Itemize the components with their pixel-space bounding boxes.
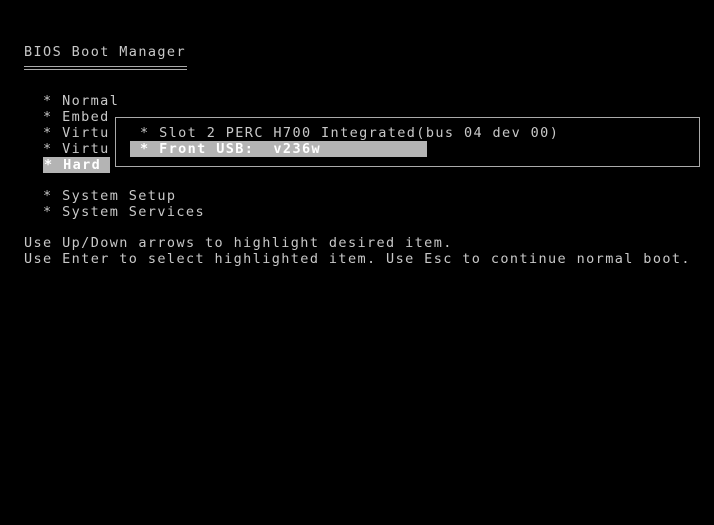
menu-item-normal[interactable]: * Normal [43,93,119,109]
page-title: BIOS Boot Manager [24,44,186,60]
bullet-icon: * [43,141,53,157]
popup-item-front-usb[interactable]: * Front USB: v236w [130,141,427,157]
popup-item-perc[interactable]: * Slot 2 PERC H700 Integrated(bus 04 dev… [140,125,559,141]
menu-item-hard-drive[interactable]: * Hard [43,157,110,173]
menu-item-virtual-1[interactable]: * Virtu [43,125,110,141]
bullet-icon: * [140,125,150,141]
menu-label: System Setup [62,188,177,204]
bullet-icon: * [43,125,53,141]
menu-label: Virtu [62,125,110,141]
bullet-icon: * [43,188,53,204]
menu-label: System Services [62,204,205,220]
help-text-navigate: Use Up/Down arrows to highlight desired … [24,235,453,251]
menu-label: Hard [63,157,102,173]
bullet-icon: * [43,93,53,109]
menu-item-system-setup[interactable]: * System Setup [43,188,176,204]
popup-label: Front USB: v236w [159,141,322,157]
bullet-icon: * [43,204,53,220]
menu-item-embedded[interactable]: * Embed [43,109,110,125]
title-underline [24,66,187,70]
menu-label: Embed [62,109,110,125]
bullet-icon: * [44,157,54,173]
menu-label: Normal [62,93,120,109]
popup-label: Slot 2 PERC H700 Integrated(bus 04 dev 0… [159,125,560,141]
menu-item-virtual-2[interactable]: * Virtu [43,141,110,157]
bullet-icon: * [140,141,150,157]
menu-item-system-services[interactable]: * System Services [43,204,205,220]
help-text-select: Use Enter to select highlighted item. Us… [24,251,691,267]
menu-label: Virtu [62,141,110,157]
bullet-icon: * [43,109,53,125]
